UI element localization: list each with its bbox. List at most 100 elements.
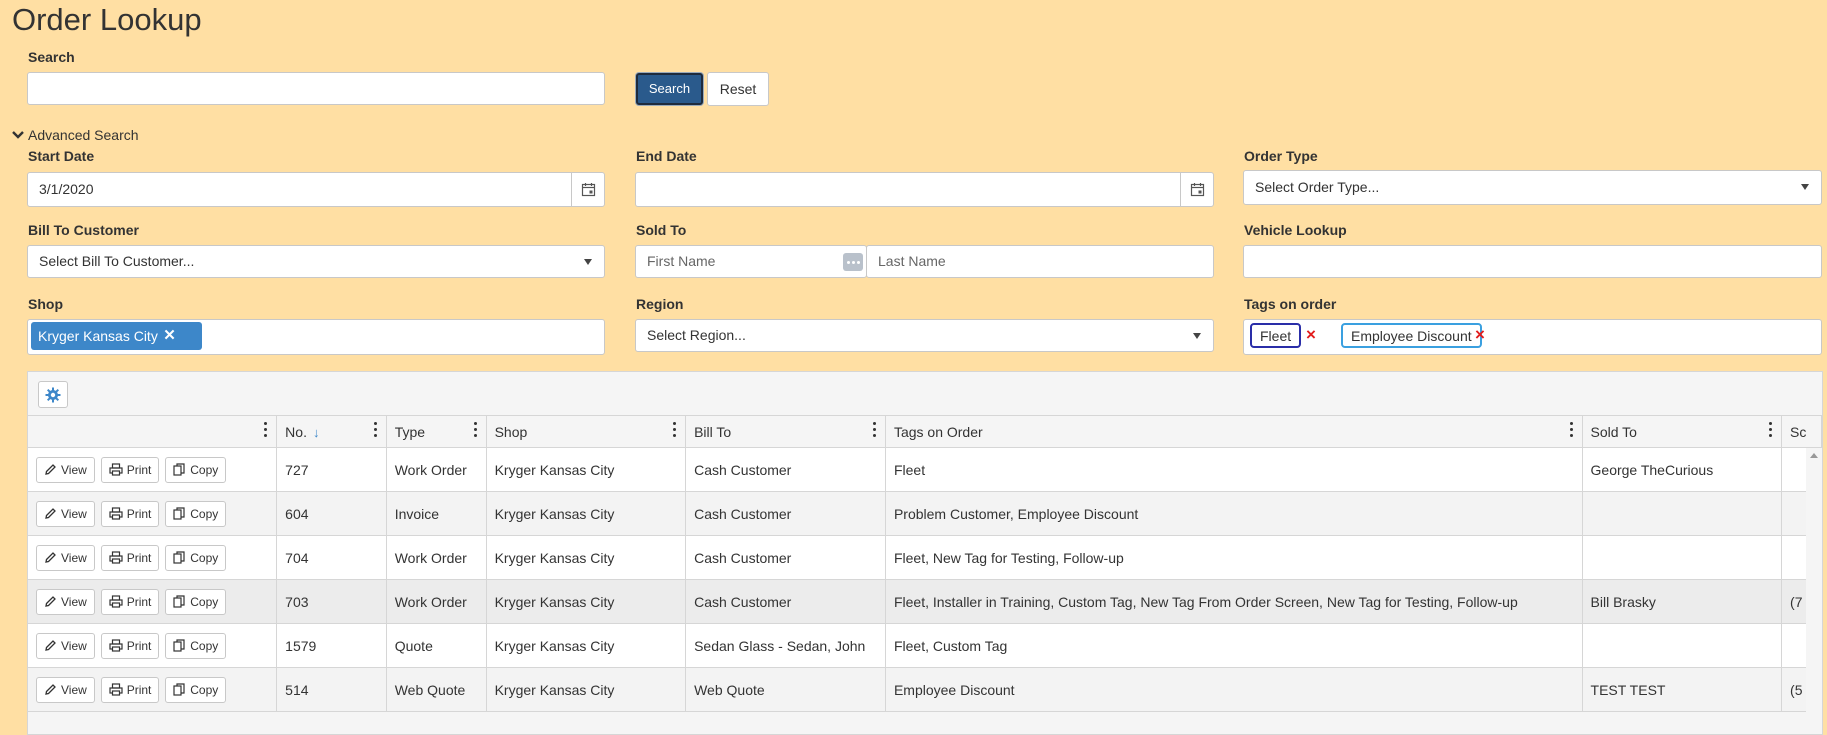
column-header-bill-to[interactable]: Bill To — [685, 415, 886, 448]
column-menu-icon[interactable] — [673, 422, 677, 437]
column-menu-icon[interactable] — [264, 422, 268, 437]
column-header-type[interactable]: Type — [386, 415, 487, 448]
view-button[interactable]: View — [36, 676, 95, 703]
cell-type: Quote — [386, 623, 487, 668]
column-menu-icon[interactable] — [872, 422, 877, 437]
tags-label: Tags on order — [1244, 296, 1337, 312]
bill-to-label: Bill To Customer — [28, 222, 139, 238]
sold-to-first-name[interactable]: First Name — [635, 245, 867, 278]
table-row: View Print Copy 1579 Quote Kryger Kansas… — [28, 623, 1822, 668]
column-header-no[interactable]: No. ↓ — [276, 415, 387, 448]
cell-bill-to: Cash Customer — [685, 447, 886, 492]
reset-button[interactable]: Reset — [707, 72, 769, 106]
view-button[interactable]: View — [36, 632, 95, 659]
start-date-value: 3/1/2020 — [39, 181, 94, 197]
end-date-input[interactable] — [635, 172, 1214, 207]
row-actions: View Print Copy — [28, 579, 278, 624]
bill-to-value: Select Bill To Customer... — [39, 253, 195, 269]
cell-sold-to: Bill Brasky — [1582, 579, 1783, 624]
cell-no: 703 — [276, 579, 387, 624]
print-button[interactable]: Print — [100, 500, 160, 527]
tags-multiselect[interactable]: Fleet × Employee Discount × — [1243, 319, 1822, 355]
tag-fleet: Fleet — [1250, 323, 1302, 348]
scroll-up-icon[interactable] — [1810, 453, 1818, 458]
printer-icon — [109, 683, 123, 696]
column-menu-icon[interactable] — [473, 422, 478, 437]
column-header-sold-to[interactable]: Sold To — [1582, 415, 1783, 448]
calendar-icon[interactable] — [1180, 173, 1213, 206]
copy-button[interactable]: Copy — [165, 500, 227, 527]
copy-button[interactable]: Copy — [165, 632, 227, 659]
page-title: Order Lookup — [12, 2, 202, 37]
cell-type: Invoice — [386, 491, 487, 536]
printer-icon — [109, 639, 123, 652]
remove-tag-icon[interactable]: × — [1475, 325, 1485, 345]
gear-icon — [45, 387, 61, 402]
shop-chip: Kryger Kansas City ✕ — [31, 322, 202, 350]
column-header-tags[interactable]: Tags on Order — [885, 415, 1583, 448]
start-date-label: Start Date — [28, 148, 95, 164]
view-button[interactable]: View — [36, 544, 95, 571]
advanced-search-label: Advanced Search — [28, 127, 139, 143]
caret-down-icon — [584, 259, 592, 265]
more-icon[interactable] — [843, 253, 863, 271]
cell-bill-to: Cash Customer — [685, 491, 886, 536]
cell-no: 514 — [276, 667, 387, 712]
column-header-extra[interactable]: Sc — [1781, 415, 1822, 448]
copy-button[interactable]: Copy — [165, 588, 227, 615]
print-button[interactable]: Print — [100, 456, 160, 483]
pencil-icon — [45, 552, 56, 563]
copy-icon — [173, 463, 185, 476]
search-button[interactable]: Search — [636, 73, 703, 105]
shop-chip-label: Kryger Kansas City — [38, 328, 158, 344]
copy-button[interactable]: Copy — [165, 676, 227, 703]
copy-button[interactable]: Copy — [165, 544, 227, 571]
cell-type: Work Order — [386, 579, 487, 624]
search-input[interactable] — [27, 72, 605, 105]
column-menu-icon[interactable] — [1569, 422, 1574, 437]
column-menu-icon[interactable] — [373, 422, 378, 437]
sold-to-last-name[interactable]: Last Name — [866, 245, 1214, 278]
cell-tags: Fleet — [885, 447, 1583, 492]
column-header-shop[interactable]: Shop — [486, 415, 687, 448]
copy-icon — [173, 595, 185, 608]
cell-sold-to — [1582, 491, 1783, 536]
view-button[interactable]: View — [36, 588, 95, 615]
region-select[interactable]: Select Region... — [635, 319, 1214, 352]
search-label: Search — [28, 49, 75, 65]
print-button[interactable]: Print — [100, 676, 160, 703]
vehicle-lookup-input[interactable] — [1243, 245, 1822, 278]
view-button[interactable]: View — [36, 500, 95, 527]
cell-shop: Kryger Kansas City — [486, 579, 687, 624]
remove-chip-icon[interactable]: ✕ — [163, 322, 176, 350]
print-button[interactable]: Print — [100, 544, 160, 571]
pencil-icon — [45, 508, 56, 519]
cell-tags: Problem Customer, Employee Discount — [885, 491, 1583, 536]
start-date-input[interactable]: 3/1/2020 — [27, 172, 605, 207]
cell-tags: Employee Discount — [885, 667, 1583, 712]
cell-bill-to: Cash Customer — [685, 535, 886, 580]
calendar-icon[interactable] — [571, 173, 604, 206]
cell-type: Work Order — [386, 447, 487, 492]
orders-grid: No. ↓ Type Shop Bill To Tags on Order Sol… — [27, 371, 1823, 735]
advanced-search-toggle[interactable]: Advanced Search — [12, 127, 139, 143]
first-name-placeholder: First Name — [647, 253, 716, 269]
copy-button[interactable]: Copy — [165, 456, 227, 483]
print-button[interactable]: Print — [100, 632, 160, 659]
cell-shop: Kryger Kansas City — [486, 667, 687, 712]
order-type-select[interactable]: Select Order Type... — [1243, 170, 1822, 205]
grid-settings-button[interactable] — [38, 381, 68, 408]
print-button[interactable]: Print — [100, 588, 160, 615]
chevron-down-icon — [12, 131, 24, 139]
view-button[interactable]: View — [36, 456, 95, 483]
shop-multiselect[interactable]: Kryger Kansas City ✕ — [27, 319, 605, 355]
cell-bill-to: Sedan Glass - Sedan, John — [685, 623, 886, 668]
column-menu-icon[interactable] — [1769, 422, 1773, 437]
table-row: View Print Copy 704 Work Order Kryger Ka… — [28, 535, 1822, 580]
grid-scrollbar[interactable] — [1806, 448, 1822, 734]
printer-icon — [109, 507, 123, 520]
bill-to-select[interactable]: Select Bill To Customer... — [27, 245, 605, 278]
cell-no: 727 — [276, 447, 387, 492]
remove-tag-icon[interactable]: × — [1306, 325, 1316, 345]
table-row: View Print Copy 514 Web Quote Kryger Kan… — [28, 667, 1822, 712]
